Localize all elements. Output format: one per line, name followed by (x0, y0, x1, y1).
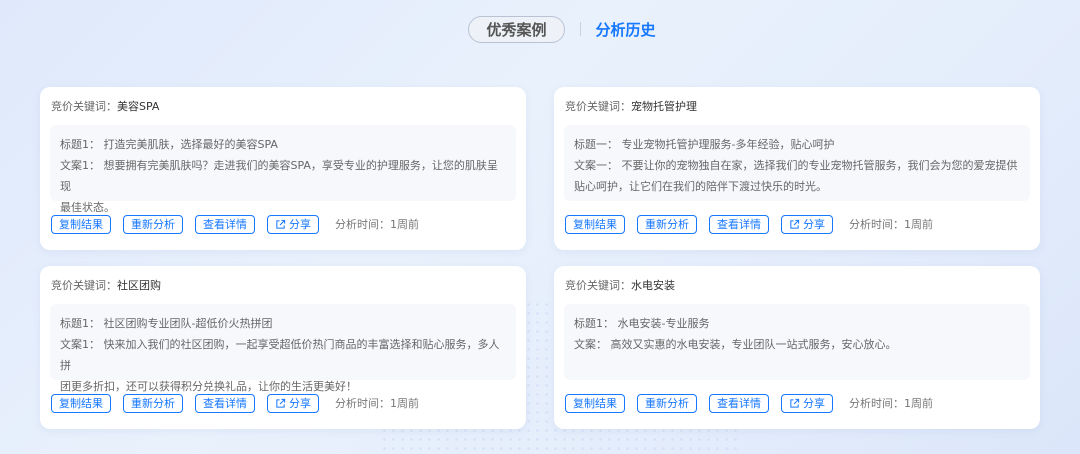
copy-text: 想要拥有完美肌肤吗？走进我们的美容SPA，享受专业的护理服务，让您的肌肤呈现 (60, 159, 498, 193)
copy-label: 文案1： (60, 159, 100, 172)
share-label: 分享 (289, 218, 311, 231)
reanalyze-button[interactable]: 重新分析 (637, 393, 697, 413)
copy-text: 不要让你的宠物独自在家，选择我们的专业宠物托管服务，我们会为您的爱宠提供 (621, 159, 1018, 172)
copy-text: 快来加入我们的社区团购，一起享受超低价热门商品的丰富选择和贴心服务，多人拼 (60, 338, 500, 372)
view-details-button[interactable]: 查看详情 (709, 393, 769, 413)
share-icon (790, 219, 800, 229)
keyword-row: 竞价关键词：水电安装 (565, 277, 675, 293)
share-icon (276, 219, 286, 229)
share-icon (790, 398, 800, 408)
title-text: 社区团购专业团队-超低价火热拼团 (103, 317, 273, 330)
card-actions: 复制结果 重新分析 查看详情 分享 分析时间：1周前 (51, 393, 419, 413)
copy-row-continued: 贴心呵护，让它们在我们的陪伴下渡过快乐的时光。 (574, 180, 827, 193)
title-row: 标题1： 打造完美肌肤，选择最好的美容SPA (60, 134, 506, 155)
view-details-button[interactable]: 查看详情 (195, 393, 255, 413)
copy-row: 文案： 高效又实惠的水电安装，专业团队一站式服务，安心放心。 (574, 334, 1020, 355)
tab-excellent-cases[interactable]: 优秀案例 (468, 15, 565, 43)
share-label: 分享 (803, 218, 825, 231)
keyword-value: 美容SPA (117, 100, 160, 113)
analysis-time: 分析时间：1周前 (849, 218, 933, 231)
copy-row: 文案一： 不要让你的宠物独自在家，选择我们的专业宠物托管服务，我们会为您的爱宠提… (574, 155, 1020, 176)
copy-result-button[interactable]: 复制结果 (51, 393, 111, 413)
share-label: 分享 (289, 397, 311, 410)
title-label: 标题1： (60, 317, 100, 330)
keyword-label: 竞价关键词： (51, 100, 117, 113)
keyword-label: 竞价关键词： (565, 279, 631, 292)
history-card: 竞价关键词：水电安装 标题1： 水电安装-专业服务 文案： 高效又实惠的水电安装… (554, 266, 1040, 429)
copy-result-button[interactable]: 复制结果 (51, 214, 111, 234)
result-body: 标题1： 水电安装-专业服务 文案： 高效又实惠的水电安装，专业团队一站式服务，… (564, 304, 1030, 380)
keyword-row: 竞价关键词：美容SPA (51, 98, 159, 114)
keyword-value: 水电安装 (631, 279, 675, 292)
copy-result-button[interactable]: 复制结果 (565, 393, 625, 413)
share-label: 分享 (803, 397, 825, 410)
result-body: 标题1： 社区团购专业团队-超低价火热拼团 文案1： 快来加入我们的社区团购，一… (50, 304, 516, 393)
copy-row: 文案1： 想要拥有完美肌肤吗？走进我们的美容SPA，享受专业的护理服务，让您的肌… (60, 155, 506, 197)
copy-label: 文案一： (574, 159, 618, 172)
tab-divider (579, 22, 581, 36)
keyword-label: 竞价关键词： (51, 279, 117, 292)
share-button[interactable]: 分享 (781, 393, 833, 413)
copy-result-button[interactable]: 复制结果 (565, 214, 625, 234)
title-label: 标题一： (574, 138, 618, 151)
keyword-value: 宠物托管护理 (631, 100, 697, 113)
copy-label: 文案： (574, 338, 607, 351)
card-actions: 复制结果 重新分析 查看详情 分享 分析时间：1周前 (51, 214, 419, 234)
title-text: 水电安装-专业服务 (617, 317, 710, 330)
title-label: 标题1： (574, 317, 614, 330)
title-label: 标题1： (60, 138, 100, 151)
share-button[interactable]: 分享 (267, 214, 319, 234)
title-row: 标题一： 专业宠物托管护理服务-多年经验，贴心呵护 (574, 134, 1020, 155)
analysis-time: 分析时间：1周前 (849, 397, 933, 410)
keyword-row: 竞价关键词：社区团购 (51, 277, 161, 293)
copy-row: 文案1： 快来加入我们的社区团购，一起享受超低价热门商品的丰富选择和贴心服务，多… (60, 334, 506, 376)
analysis-time: 分析时间：1周前 (335, 218, 419, 231)
reanalyze-button[interactable]: 重新分析 (123, 214, 183, 234)
title-row: 标题1： 社区团购专业团队-超低价火热拼团 (60, 313, 506, 334)
reanalyze-button[interactable]: 重新分析 (123, 393, 183, 413)
history-card: 竞价关键词：宠物托管护理 标题一： 专业宠物托管护理服务-多年经验，贴心呵护 文… (554, 87, 1040, 250)
analysis-time: 分析时间：1周前 (335, 397, 419, 410)
share-button[interactable]: 分享 (267, 393, 319, 413)
result-body: 标题一： 专业宠物托管护理服务-多年经验，贴心呵护 文案一： 不要让你的宠物独自… (564, 125, 1030, 201)
keyword-value: 社区团购 (117, 279, 161, 292)
keyword-label: 竞价关键词： (565, 100, 631, 113)
result-body: 标题1： 打造完美肌肤，选择最好的美容SPA 文案1： 想要拥有完美肌肤吗？走进… (50, 125, 516, 214)
history-card: 竞价关键词：美容SPA 标题1： 打造完美肌肤，选择最好的美容SPA 文案1： … (40, 87, 526, 250)
view-details-button[interactable]: 查看详情 (709, 214, 769, 234)
copy-text: 高效又实惠的水电安装，专业团队一站式服务，安心放心。 (610, 338, 897, 351)
keyword-row: 竞价关键词：宠物托管护理 (565, 98, 697, 114)
tab-analysis-history[interactable]: 分析历史 (596, 19, 656, 40)
copy-label: 文案1： (60, 338, 100, 351)
view-details-button[interactable]: 查看详情 (195, 214, 255, 234)
title-text: 专业宠物托管护理服务-多年经验，贴心呵护 (621, 138, 835, 151)
share-button[interactable]: 分享 (781, 214, 833, 234)
title-row: 标题1： 水电安装-专业服务 (574, 313, 1020, 334)
tab-bar: 优秀案例 分析历史 (0, 15, 1080, 43)
title-text: 打造完美肌肤，选择最好的美容SPA (103, 138, 278, 151)
card-actions: 复制结果 重新分析 查看详情 分享 分析时间：1周前 (565, 214, 933, 234)
reanalyze-button[interactable]: 重新分析 (637, 214, 697, 234)
share-icon (276, 398, 286, 408)
card-actions: 复制结果 重新分析 查看详情 分享 分析时间：1周前 (565, 393, 933, 413)
history-card: 竞价关键词：社区团购 标题1： 社区团购专业团队-超低价火热拼团 文案1： 快来… (40, 266, 526, 429)
